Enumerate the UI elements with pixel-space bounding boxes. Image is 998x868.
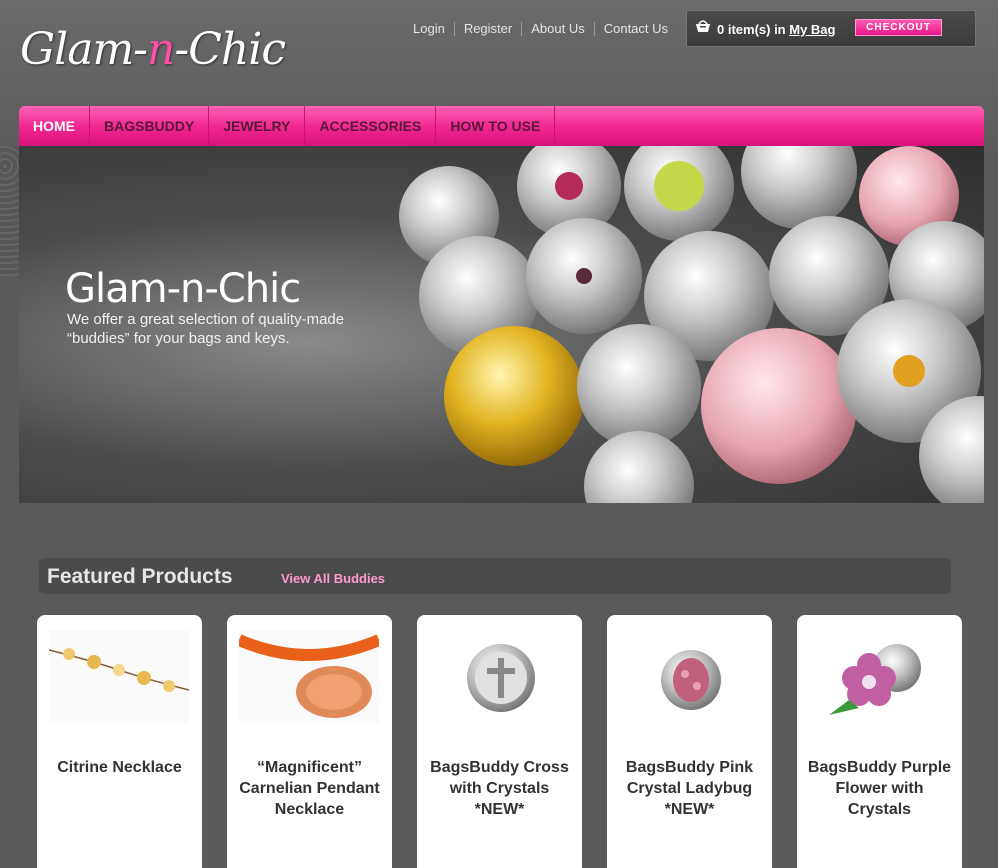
featured-title: Featured Products [47, 565, 233, 588]
product-card[interactable]: “Magnificent” Carnelian Pendant Necklace [227, 615, 392, 868]
register-link[interactable]: Register [455, 22, 523, 36]
site-logo[interactable]: Glam-n-Chic [20, 24, 286, 88]
shopping-bag-box: 0 item(s) in My Bag CHECKOUT [686, 10, 976, 47]
hero-banner[interactable]: Glam-n-Chic We offer a great selection o… [19, 146, 984, 503]
product-image-citrine-necklace[interactable] [49, 630, 189, 723]
product-image-purple-flower[interactable] [809, 630, 949, 723]
product-name[interactable]: BagsBuddy Cross with Crystals *NEW* [423, 757, 576, 820]
product-image-bagsbuddy-cross[interactable] [429, 630, 569, 723]
nav-how-to-use[interactable]: HOW TO USE [436, 106, 556, 146]
jewelry-collage-image [399, 146, 984, 503]
product-image-pink-ladybug[interactable] [619, 630, 759, 723]
nav-jewelry[interactable]: JEWELRY [209, 106, 306, 146]
view-all-buddies-link[interactable]: View All Buddies [281, 571, 385, 586]
checkout-button[interactable]: CHECKOUT [855, 19, 942, 36]
contact-us-link[interactable]: Contact Us [595, 22, 677, 36]
side-ornament [0, 146, 19, 276]
my-bag-link[interactable]: My Bag [789, 22, 835, 37]
top-links: Login Register About Us Contact Us [404, 20, 677, 38]
nav-bagsbuddy[interactable]: BAGSBUDDY [90, 106, 210, 146]
bag-status: 0 item(s) in My Bag [717, 22, 835, 37]
featured-products-header: Featured Products View All Buddies [39, 558, 951, 594]
product-card[interactable]: BagsBuddy Purple Flower with Crystals [797, 615, 962, 868]
product-card[interactable]: Citrine Necklace [37, 615, 202, 868]
main-nav: HOME BAGSBUDDY JEWELRY ACCESSORIES HOW T… [19, 106, 984, 146]
nav-home[interactable]: HOME [19, 106, 90, 146]
product-card[interactable]: BagsBuddy Cross with Crystals *NEW* [417, 615, 582, 868]
hero-title: Glam-n-Chic [65, 266, 301, 312]
product-name[interactable]: “Magnificent” Carnelian Pendant Necklace [233, 757, 386, 820]
hero-subtitle: We offer a great selection of quality-ma… [67, 311, 345, 347]
product-name[interactable]: Citrine Necklace [43, 757, 196, 778]
login-link[interactable]: Login [404, 22, 455, 36]
product-card[interactable]: BagsBuddy Pink Crystal Ladybug *NEW* [607, 615, 772, 868]
about-us-link[interactable]: About Us [522, 22, 595, 36]
product-name[interactable]: BagsBuddy Pink Crystal Ladybug *NEW* [613, 757, 766, 820]
basket-icon[interactable] [695, 19, 711, 33]
nav-accessories[interactable]: ACCESSORIES [305, 106, 437, 146]
product-name[interactable]: BagsBuddy Purple Flower with Crystals [803, 757, 956, 820]
bag-count: 0 item(s) in [717, 22, 786, 37]
product-image-carnelian-pendant[interactable] [239, 630, 379, 723]
